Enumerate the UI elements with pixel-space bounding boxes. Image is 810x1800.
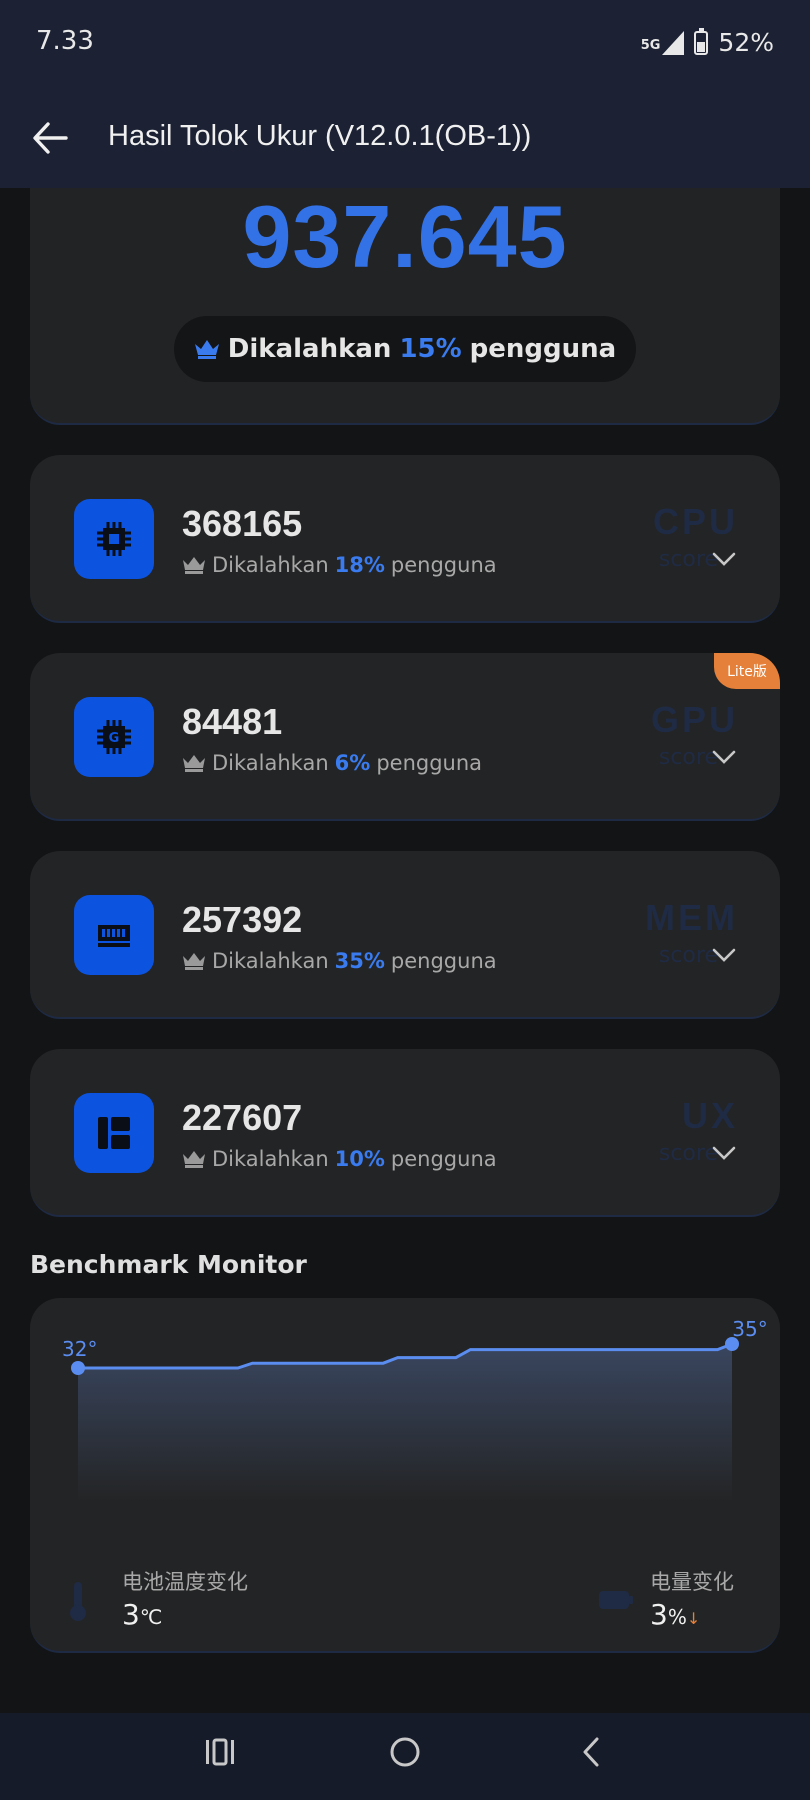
- memory-icon: [74, 895, 154, 975]
- lite-badge: Lite版: [714, 653, 780, 689]
- gpu-rank-suffix: pengguna: [376, 751, 483, 775]
- ux-score-value: 227607: [182, 1097, 303, 1138]
- battery-temp-label: 电池温度变化: [122, 1570, 248, 1594]
- mem-rank-percent: 35%: [334, 949, 385, 973]
- gpu-rank-percent: 6%: [334, 751, 371, 775]
- gpu-tag: GPU: [650, 699, 738, 740]
- ux-layout-icon: [74, 1093, 154, 1173]
- cpu-score-value: 368165: [182, 503, 303, 544]
- cpu-rank-percent: 18%: [334, 553, 385, 577]
- benchmark-monitor-title: Benchmark Monitor: [30, 1250, 307, 1279]
- gpu-score-value: 84481: [182, 701, 283, 742]
- cpu-rank-suffix: pengguna: [390, 553, 497, 577]
- ux-rank-prefix: Dikalahkan: [212, 1147, 329, 1171]
- mem-rank-prefix: Dikalahkan: [212, 949, 329, 973]
- thermometer-icon: [70, 1582, 86, 1621]
- crown-icon: [183, 755, 205, 772]
- ux-rank: Dikalahkan 10% pengguna: [182, 1147, 497, 1171]
- battery-temp-unit: ℃: [139, 1605, 163, 1629]
- battery-temp-number: 3: [122, 1598, 140, 1631]
- crown-icon: [183, 1151, 205, 1168]
- mem-tag: MEM: [645, 897, 738, 938]
- status-icons: 5G 52%: [640, 27, 774, 57]
- chevron-down-icon[interactable]: [712, 749, 736, 765]
- benchmark-monitor-card: 32° 35° 电池温度变化 3℃ 电量变化 3%↓: [30, 1298, 780, 1653]
- page-title: Hasil Tolok Ukur (V12.0.1(OB-1)): [108, 120, 532, 152]
- home-icon[interactable]: [388, 1735, 422, 1769]
- ux-rank-suffix: pengguna: [390, 1147, 497, 1171]
- temperature-start-label: 32°: [62, 1337, 97, 1361]
- mem-tag-sub: score: [658, 943, 718, 968]
- mem-score-value: 257392: [182, 899, 303, 940]
- cpu-rank-prefix: Dikalahkan: [212, 553, 329, 577]
- signal-icon: 5G: [640, 30, 685, 55]
- battery-level-unit: %: [667, 1605, 687, 1629]
- battery-icon: [694, 27, 709, 55]
- total-rank-prefix: Dikalahkan: [227, 334, 392, 364]
- mem-rank-suffix: pengguna: [390, 949, 497, 973]
- cpu-tag-sub: score: [658, 547, 718, 572]
- back-chevron-icon[interactable]: [575, 1735, 609, 1769]
- cpu-rank: Dikalahkan 18% pengguna: [182, 553, 497, 577]
- status-time: 7.33: [36, 26, 94, 56]
- gpu-chip-icon: G: [74, 697, 154, 777]
- battery-level-number: 3: [650, 1598, 668, 1631]
- total-rank-percent: 15%: [399, 334, 462, 364]
- system-nav-bar: [0, 1713, 810, 1800]
- cpu-score-card[interactable]: 368165 Dikalahkan 18% pengguna CPU score: [30, 455, 780, 623]
- network-type: 5G: [640, 37, 661, 53]
- recents-icon[interactable]: [203, 1735, 237, 1769]
- mem-score-card[interactable]: 257392 Dikalahkan 35% pengguna MEM score: [30, 851, 780, 1019]
- gpu-score-card[interactable]: G 84481 Dikalahkan 6% pengguna GPU score…: [30, 653, 780, 821]
- total-rank-pill: Dikalahkan 15% pengguna: [174, 316, 636, 382]
- total-score: 937.645: [242, 187, 568, 286]
- battery-level-trend: ↓: [686, 1609, 701, 1628]
- gpu-rank-prefix: Dikalahkan: [212, 751, 329, 775]
- ux-rank-percent: 10%: [334, 1147, 385, 1171]
- crown-icon: [194, 340, 219, 359]
- arrow-left-icon[interactable]: [30, 118, 70, 158]
- temperature-start-point: [71, 1361, 85, 1375]
- crown-icon: [183, 953, 205, 970]
- battery-level-value: 3%↓: [650, 1598, 700, 1631]
- chevron-down-icon[interactable]: [712, 551, 736, 567]
- top-bar: 7.33 5G 52% Hasil Tolok Ukur (V12.0.1(OB…: [0, 0, 810, 188]
- battery-level-label: 电量变化: [650, 1570, 734, 1594]
- battery-percent: 52%: [718, 28, 774, 57]
- gpu-tag-sub: score: [658, 745, 718, 770]
- chevron-down-icon[interactable]: [712, 1145, 736, 1161]
- temperature-end-label: 35°: [732, 1317, 767, 1341]
- cpu-tag: CPU: [652, 501, 738, 542]
- battery-temp-value: 3℃: [122, 1598, 162, 1631]
- total-score-card: 937.645 Dikalahkan 15% pengguna: [30, 150, 780, 425]
- ux-tag: UX: [681, 1095, 738, 1136]
- mem-rank: Dikalahkan 35% pengguna: [182, 949, 497, 973]
- crown-icon: [183, 557, 205, 574]
- ux-tag-sub: score: [658, 1141, 718, 1166]
- battery-level-icon: [599, 1591, 633, 1609]
- temperature-chart: 32° 35°: [62, 1317, 768, 1503]
- gpu-rank: Dikalahkan 6% pengguna: [182, 751, 482, 775]
- svg-text:G: G: [109, 731, 120, 746]
- cpu-chip-icon: [74, 499, 154, 579]
- chevron-down-icon[interactable]: [712, 947, 736, 963]
- ux-score-card[interactable]: 227607 Dikalahkan 10% pengguna UX score: [30, 1049, 780, 1217]
- total-rank-suffix: pengguna: [469, 334, 617, 364]
